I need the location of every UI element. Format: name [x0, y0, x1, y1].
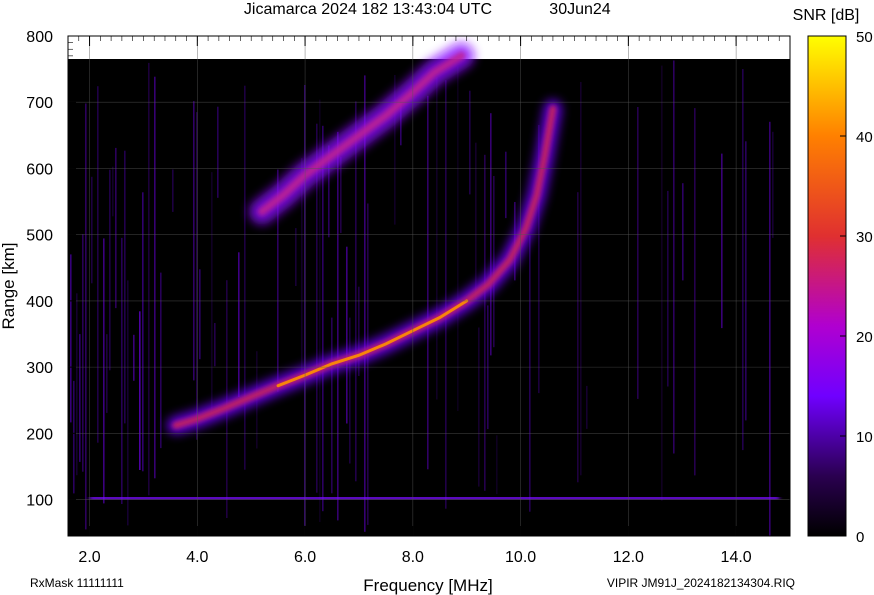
noise-column: [112, 166, 114, 217]
chart-title: Jicamarca 2024 182 13:43:04 UTC: [244, 1, 492, 18]
x-tick-label: 8.0: [402, 549, 424, 566]
noise-column: [70, 254, 72, 423]
noise-column: [682, 183, 684, 281]
y-tick-label: 600: [26, 161, 53, 178]
noise-column: [127, 280, 129, 526]
noise-column: [124, 150, 126, 424]
colorbar-tick-label: 50: [856, 29, 873, 46]
colorbar-tick-label: 0: [856, 529, 864, 546]
y-tick-label: 200: [26, 426, 53, 443]
noise-column: [529, 235, 531, 512]
noise-column: [76, 293, 78, 476]
noise-column: [436, 77, 438, 400]
noise-column: [772, 131, 774, 238]
x-tick-label: 14.0: [721, 549, 752, 566]
colorbar-tick-label: 30: [856, 229, 873, 246]
y-tick-label: 800: [26, 29, 53, 46]
colorbar: [807, 35, 847, 537]
colorbar-label: SNR [dB]: [793, 7, 860, 24]
x-axis-label: Frequency [MHz]: [363, 576, 492, 595]
noise-column: [673, 60, 675, 454]
noise-column: [427, 95, 429, 470]
noise-column: [478, 327, 480, 487]
noise-column: [103, 238, 105, 504]
noise-column: [475, 142, 477, 300]
noise-column: [211, 172, 213, 413]
noise-column: [73, 380, 75, 494]
noise-column: [661, 65, 663, 501]
noise-column: [148, 62, 150, 496]
noise-column: [445, 80, 447, 509]
noise-column: [172, 169, 174, 212]
y-axis-label: Range [km]: [0, 243, 18, 330]
noise-column: [667, 190, 669, 387]
noise-column: [193, 101, 195, 381]
ionogram-chart: Jicamarca 2024 182 13:43:04 UTC 30Jun24 …: [0, 1, 873, 595]
chart-date: 30Jun24: [549, 1, 610, 18]
plot-background: [68, 59, 790, 536]
noise-column: [745, 141, 747, 421]
noise-column: [769, 121, 771, 536]
x-tick-label: 10.0: [505, 549, 536, 566]
y-tick-label: 300: [26, 360, 53, 377]
x-tick-label: 2.0: [78, 549, 100, 566]
noise-column: [133, 334, 135, 381]
footer-rxmask: RxMask 11111111: [30, 576, 124, 590]
noise-column: [97, 86, 99, 443]
noise-column: [469, 90, 471, 195]
x-tick-label: 4.0: [186, 549, 208, 566]
noise-column: [457, 66, 459, 411]
noise-column: [349, 317, 351, 464]
noise-column: [160, 272, 162, 449]
colorbar-tick-label: 20: [856, 329, 873, 346]
noise-column: [493, 176, 495, 348]
noise-column: [79, 334, 81, 462]
noise-column: [106, 334, 108, 413]
noise-column: [139, 311, 141, 470]
noise-column: [82, 234, 84, 472]
noise-column: [505, 151, 507, 219]
noise-column: [91, 176, 93, 284]
noise-column: [121, 237, 123, 504]
noise-column: [367, 203, 369, 525]
noise-column: [490, 113, 492, 356]
noise-column: [484, 154, 486, 491]
noise-column: [238, 252, 240, 398]
x-tick-label: 12.0: [613, 549, 644, 566]
noise-column: [580, 82, 582, 476]
noise-column: [85, 103, 87, 530]
y-tick-label: 100: [26, 493, 53, 510]
noise-column: [115, 147, 117, 309]
noise-column: [214, 323, 216, 367]
noise-column: [577, 192, 579, 483]
noise-column: [694, 108, 696, 476]
colorbar-tick-label: 10: [856, 429, 873, 446]
noise-column: [337, 131, 339, 521]
noise-column: [217, 106, 219, 198]
noise-column: [721, 153, 723, 329]
noise-column: [244, 85, 246, 470]
noise-column: [637, 107, 639, 399]
noise-column: [295, 228, 297, 286]
noise-column: [154, 76, 156, 479]
noise-column: [322, 125, 324, 512]
y-tick-label: 400: [26, 294, 53, 311]
noise-column: [742, 69, 744, 451]
noise-column: [496, 435, 498, 495]
noise-column: [199, 269, 201, 360]
noise-column: [355, 101, 357, 482]
footer-filename: VIPIR JM91J_2024182134304.RIQ: [607, 576, 795, 590]
colorbar-tick-label: 40: [856, 129, 873, 146]
noise-column: [346, 246, 348, 424]
y-tick-label: 500: [26, 228, 53, 245]
e-layer-trace: [89, 490, 780, 506]
noise-column: [586, 385, 588, 429]
noise-column: [331, 317, 333, 494]
noise-column: [109, 169, 111, 371]
noise-column: [142, 192, 144, 472]
y-tick-label: 700: [26, 95, 53, 112]
x-tick-label: 6.0: [294, 549, 316, 566]
plot-top-band: [68, 36, 790, 59]
